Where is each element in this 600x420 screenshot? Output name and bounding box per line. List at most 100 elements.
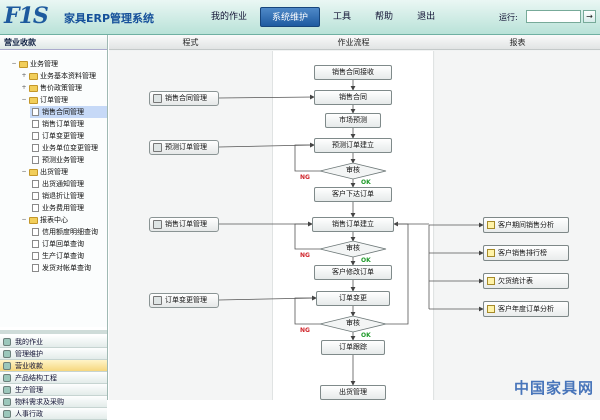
tree-item[interactable]: 预测业务管理 [30, 154, 107, 166]
flow-step[interactable]: 销售订单建立 [312, 217, 394, 232]
tree-item[interactable]: − 报表中心 [20, 214, 107, 226]
flow-review-label: 审核 [346, 319, 360, 327]
tree-item[interactable]: 订单变更管理 [30, 130, 107, 142]
folder-icon [29, 84, 38, 92]
module-item[interactable]: 物料需求及采购 [0, 396, 107, 408]
module-list: 我的作业 管理维护营业收款 产品结构工程 生产管理 物料需求及采购 人事行政 [0, 336, 107, 420]
program-icon [153, 94, 162, 103]
flow-step[interactable]: 订单变更 [316, 291, 390, 306]
tree-item[interactable]: 销售合同管理 [30, 106, 107, 118]
tree-item[interactable]: 业务费用管理 [30, 202, 107, 214]
report-icon [487, 305, 495, 313]
folder-icon [29, 216, 38, 224]
collapse-icon[interactable]: − [20, 166, 28, 178]
nav-tools[interactable]: 工具 [322, 7, 362, 27]
report-icon [487, 249, 495, 257]
report-button[interactable]: 客户年度订单分析 [483, 301, 569, 317]
flow-review[interactable]: 审核 [325, 242, 381, 257]
module-item[interactable]: 营业收款 [0, 360, 107, 372]
tree-item[interactable]: − 业务管理 [10, 58, 107, 70]
program-button-label: 销售合同管理 [165, 94, 207, 102]
flow-step[interactable]: 订单跟踪 [321, 340, 385, 355]
watermark: 中国家具网 [513, 379, 594, 397]
nav-help[interactable]: 帮助 [364, 7, 404, 27]
folder-icon [29, 72, 38, 80]
module-label: 管理维护 [15, 349, 43, 358]
program-button[interactable]: 销售订单管理 [149, 217, 219, 232]
tree-item-label: 销售订单管理 [42, 120, 84, 128]
tree-item-label: 销退折让管理 [42, 192, 84, 200]
tree-item[interactable]: 销售订单管理 [30, 118, 107, 130]
flow-review[interactable]: 审核 [325, 317, 381, 332]
sidebar-splitter[interactable] [0, 330, 107, 334]
report-icon [487, 277, 495, 285]
folder-icon [29, 168, 38, 176]
tree-item[interactable]: 发货对帐单查询 [30, 262, 107, 274]
flow-step[interactable]: 市场预测 [325, 113, 381, 128]
report-button[interactable]: 欠货统计表 [483, 273, 569, 289]
app-logo: F1S [4, 3, 49, 29]
tree-item-label: 报表中心 [40, 216, 68, 224]
tree-item[interactable]: 订单回单查询 [30, 238, 107, 250]
run-go-button[interactable]: → [583, 10, 596, 23]
document-icon [32, 192, 39, 200]
tree-item[interactable]: 销退折让管理 [30, 190, 107, 202]
nav-tree: − 业务管理 + 业务基本资料管理 + 售价政策管理 − 订单管理 销售合同管理销售订单管理订单… [0, 51, 107, 327]
tree-item-label: 预测业务管理 [42, 156, 84, 164]
collapse-icon[interactable]: − [20, 214, 28, 226]
nav-system-maintenance[interactable]: 系统维护 [260, 7, 321, 27]
tree-item[interactable]: − 订单管理 [20, 94, 107, 106]
tree-item-label: 售价政策管理 [40, 84, 82, 92]
flow-step-label: 客户修改订单 [332, 268, 374, 276]
module-item[interactable]: 产品结构工程 [0, 372, 107, 384]
tree-item-label: 业务单位变更管理 [42, 144, 98, 152]
tree-item[interactable]: + 售价政策管理 [20, 82, 107, 94]
document-icon [32, 228, 39, 236]
tree-item[interactable]: 信用额度明细查询 [30, 226, 107, 238]
document-icon [32, 120, 39, 128]
report-button[interactable]: 客户期间销售分析 [483, 217, 569, 233]
collapse-icon[interactable]: − [10, 58, 18, 70]
flow-step[interactable]: 出货管理 [320, 385, 386, 400]
tree-item-label: 业务费用管理 [42, 204, 84, 212]
tree-item[interactable]: + 业务基本资料管理 [20, 70, 107, 82]
flow-step-label: 销售订单建立 [332, 220, 374, 228]
module-icon [3, 409, 11, 418]
module-item[interactable]: 管理维护 [0, 348, 107, 360]
expand-icon[interactable]: + [20, 70, 28, 82]
nav-my-work[interactable]: 我的作业 [200, 7, 258, 27]
tree-item[interactable]: 出货通知管理 [30, 178, 107, 190]
program-button[interactable]: 预测订单管理 [149, 140, 219, 155]
module-item[interactable]: 人事行政 [0, 408, 107, 420]
tree-item[interactable]: 业务单位变更管理 [30, 142, 107, 154]
ok-label: OK [361, 332, 371, 339]
flow-step[interactable]: 预测订单建立 [314, 138, 392, 153]
app-header: F1S 家具ERP管理系统 我的作业 系统维护 工具 帮助 退出 运行: → [0, 0, 600, 35]
flow-review[interactable]: 审核 [325, 164, 381, 179]
flow-review-label: 审核 [346, 166, 360, 174]
flow-step-label: 订单变更 [339, 294, 367, 302]
program-button[interactable]: 销售合同管理 [149, 91, 219, 106]
program-button[interactable]: 订单变更管理 [149, 293, 219, 308]
nav-logout[interactable]: 退出 [406, 7, 446, 27]
report-icon [487, 221, 495, 229]
module-item[interactable]: 我的作业 [0, 336, 107, 348]
ok-label: OK [361, 257, 371, 264]
report-button[interactable]: 客户销售排行榜 [483, 245, 569, 261]
flow-step-label: 销售合同 [339, 93, 367, 101]
document-icon [32, 252, 39, 260]
program-icon [153, 296, 162, 305]
tree-item[interactable]: − 出货管理 [20, 166, 107, 178]
flow-step[interactable]: 销售合同接收 [314, 65, 392, 80]
collapse-icon[interactable]: − [20, 94, 28, 106]
flow-step[interactable]: 客户修改订单 [314, 265, 392, 280]
flow-step[interactable]: 客户下达订单 [314, 187, 392, 202]
sidebar-title: 营业收款 [0, 35, 107, 50]
flow-step[interactable]: 销售合同 [314, 90, 392, 105]
expand-icon[interactable]: + [20, 82, 28, 94]
run-input[interactable] [526, 10, 581, 23]
module-item[interactable]: 生产管理 [0, 384, 107, 396]
program-button-label: 预测订单管理 [165, 143, 207, 151]
tree-item[interactable]: 生产订单查询 [30, 250, 107, 262]
tree-item-label: 出货管理 [40, 168, 68, 176]
